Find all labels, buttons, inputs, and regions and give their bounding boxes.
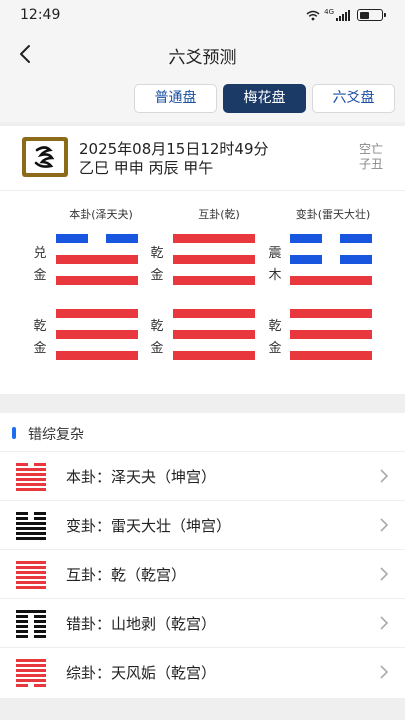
divider bbox=[0, 190, 405, 191]
status-icons: 4G bbox=[306, 8, 386, 21]
trigram-label: 乾金 bbox=[268, 319, 282, 356]
hexagram-icon bbox=[16, 609, 46, 638]
kongwang-label: 空亡 bbox=[358, 142, 383, 156]
yao-line-yang bbox=[56, 330, 138, 339]
yao-line-yang bbox=[173, 330, 255, 339]
section-gap bbox=[0, 394, 405, 413]
yao-line-yin bbox=[340, 255, 372, 264]
chevron-right-icon bbox=[380, 518, 389, 532]
status-bar: 12:49 4G bbox=[0, 0, 405, 32]
section-marker bbox=[12, 427, 16, 439]
list-item[interactable]: 互卦：乾（乾宫） bbox=[0, 549, 405, 597]
yao-line-yang bbox=[173, 276, 255, 285]
yao-line-yang bbox=[290, 330, 372, 339]
mode-tab-liuyao[interactable]: 六爻盘 bbox=[312, 84, 395, 113]
divination-datetime: 2025年08月15日12时49分 bbox=[79, 140, 269, 158]
yao-line-yang bbox=[173, 351, 255, 360]
bottom-gap bbox=[0, 698, 405, 720]
yao-line-yin bbox=[56, 234, 88, 243]
list-item-label: 本卦：泽天夬（坤宫） bbox=[66, 468, 217, 486]
mode-tabs: 普通盘 梅花盘 六爻盘 bbox=[0, 76, 405, 122]
swirl-logo-icon bbox=[34, 146, 55, 168]
mode-tab-normal[interactable]: 普通盘 bbox=[134, 84, 217, 113]
hexagram-icon bbox=[16, 511, 46, 540]
yao-line-yang bbox=[173, 234, 255, 243]
list-item[interactable]: 变卦：雷天大壮（坤宫） bbox=[0, 500, 405, 548]
relations-list: 错综复杂 本卦：泽天夬（坤宫） 变卦：雷天大壮（坤宫） 互卦：乾（乾宫） 错卦：山地剥… bbox=[0, 413, 405, 698]
section-header: 错综复杂 bbox=[0, 413, 405, 451]
yao-line-yang bbox=[56, 276, 138, 285]
signal-icon bbox=[336, 9, 350, 21]
hexagram-title-hu: 互卦(乾) bbox=[198, 208, 240, 221]
app-logo bbox=[22, 137, 68, 177]
list-item-label: 综卦：天风姤（乾宫） bbox=[66, 664, 217, 682]
trigram-label: 震木 bbox=[268, 246, 282, 283]
kongwang: 空亡 子丑 bbox=[359, 142, 383, 172]
network-type: 4G bbox=[324, 8, 334, 16]
list-item-label: 错卦：山地剥（乾宫） bbox=[66, 615, 217, 633]
status-time: 12:49 bbox=[20, 7, 61, 23]
yao-line-yang bbox=[173, 309, 255, 318]
trigram-label: 乾金 bbox=[150, 319, 164, 356]
yao-line-yang bbox=[56, 255, 138, 264]
hexagram-icon bbox=[16, 658, 46, 687]
divination-card: 2025年08月15日12时49分 乙巳 甲申 丙辰 甲午 空亡 子丑 本卦(泽… bbox=[0, 126, 405, 394]
chevron-right-icon bbox=[380, 616, 389, 630]
yao-line-yin bbox=[106, 234, 138, 243]
chevron-right-icon bbox=[380, 469, 389, 483]
list-item-label: 变卦：雷天大壮（坤宫） bbox=[66, 517, 232, 535]
list-item[interactable]: 综卦：天风姤（乾宫） bbox=[0, 647, 405, 695]
section-title: 错综复杂 bbox=[28, 427, 84, 443]
kongwang-value: 子丑 bbox=[358, 157, 383, 171]
wifi-icon bbox=[306, 10, 320, 20]
hexagram-title-bian: 变卦(雷天大壮) bbox=[295, 208, 371, 221]
yao-line-yang bbox=[290, 276, 372, 285]
yao-line-yang bbox=[290, 351, 372, 360]
yao-line-yin bbox=[340, 234, 372, 243]
trigram-label: 兑金 bbox=[33, 246, 47, 283]
chevron-right-icon bbox=[380, 665, 389, 679]
hexagram-icon bbox=[16, 560, 46, 589]
ganzhi-text: 乙巳 甲申 丙辰 甲午 bbox=[79, 159, 214, 177]
chevron-right-icon bbox=[380, 567, 389, 581]
yao-line-yang bbox=[56, 309, 138, 318]
hexagram-title-ben: 本卦(泽天夬) bbox=[69, 208, 133, 221]
yao-line-yin bbox=[290, 234, 322, 243]
mode-tab-meihua[interactable]: 梅花盘 bbox=[223, 84, 306, 113]
battery-icon bbox=[357, 9, 386, 21]
page-title: 六爻预测 bbox=[168, 48, 237, 68]
yao-line-yang bbox=[290, 309, 372, 318]
yao-line-yang bbox=[173, 255, 255, 264]
yao-line-yang bbox=[56, 351, 138, 360]
nav-bar: 六爻预测 bbox=[0, 32, 405, 76]
yao-line-yin bbox=[290, 255, 322, 264]
hexagram-icon bbox=[16, 462, 46, 491]
list-item[interactable]: 本卦：泽天夬（坤宫） bbox=[0, 451, 405, 499]
trigram-label: 乾金 bbox=[33, 319, 47, 356]
trigram-label: 乾金 bbox=[150, 246, 164, 283]
list-item-label: 互卦：乾（乾宫） bbox=[66, 566, 187, 584]
list-item[interactable]: 错卦：山地剥（乾宫） bbox=[0, 598, 405, 646]
